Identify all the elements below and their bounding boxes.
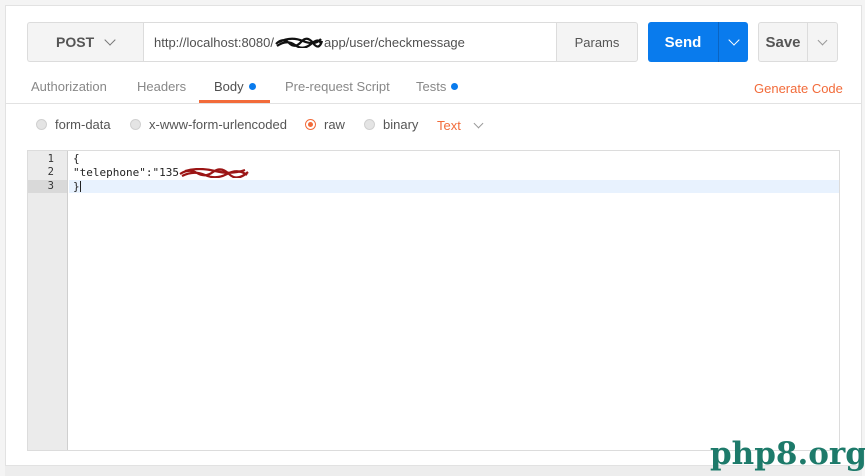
modified-dot-icon (451, 83, 459, 90)
send-dropdown-button[interactable] (718, 22, 748, 62)
code-line: { (73, 152, 80, 165)
raw-type-label: Text (437, 118, 461, 133)
chevron-down-icon (817, 35, 828, 45)
line-number: 2 (47, 166, 54, 178)
tab-pre-request-script[interactable]: Pre-request Script (285, 79, 390, 94)
chevron-down-icon (104, 33, 116, 46)
chevron-down-icon (727, 34, 740, 46)
option-label: binary (383, 117, 419, 132)
option-label: raw (324, 117, 345, 132)
tab-headers[interactable]: Headers (137, 79, 186, 94)
tab-body[interactable]: Body (214, 79, 256, 94)
line-number: 1 (47, 153, 54, 165)
raw-type-select[interactable]: Text (437, 118, 484, 133)
redaction-scribble (275, 37, 323, 48)
url-input[interactable]: http://localhost:8080/ app/user/checkmes… (143, 22, 557, 62)
option-label: x-www-form-urlencoded (149, 117, 287, 132)
method-select[interactable]: POST (27, 22, 143, 62)
tab-label: Authorization (31, 79, 107, 94)
line-number: 3 (47, 180, 54, 192)
code-text: } (73, 180, 80, 193)
send-button[interactable]: Send (648, 22, 718, 62)
text-cursor (79, 181, 81, 192)
tab-label: Body (214, 79, 244, 94)
url-prefix: http://localhost:8080/ (154, 34, 274, 50)
body-editor[interactable]: 1 2 3 { "telephone":"135 } (27, 150, 840, 451)
method-label: POST (56, 34, 95, 50)
radio-selected-icon (305, 119, 316, 130)
url-suffix: app/user/checkmessage (323, 34, 465, 50)
params-button[interactable]: Params (556, 22, 638, 62)
generate-code-link[interactable]: Generate Code (754, 81, 843, 96)
redaction-scribble (179, 168, 249, 178)
body-option-binary[interactable]: binary (364, 117, 418, 132)
active-line-highlight (69, 180, 839, 193)
tab-label: Pre-request Script (285, 79, 390, 94)
option-label: form-data (55, 117, 111, 132)
code-line: } (73, 180, 81, 193)
body-option-raw[interactable]: raw (305, 117, 345, 132)
watermark-logo: php8.org (710, 436, 865, 472)
radio-icon (36, 119, 47, 130)
code-line: "telephone":"135 (73, 166, 249, 179)
code-text: "telephone":"135 (73, 166, 179, 179)
body-option-urlencoded[interactable]: x-www-form-urlencoded (130, 117, 287, 132)
save-button[interactable]: Save (758, 22, 808, 62)
chevron-down-icon (473, 118, 484, 129)
modified-dot-icon (248, 83, 256, 90)
tab-tests[interactable]: Tests (416, 79, 459, 94)
tab-label: Tests (416, 79, 447, 94)
tab-label: Headers (137, 79, 187, 94)
radio-icon (364, 119, 375, 130)
line-number-gutter: 1 2 3 (28, 151, 68, 450)
params-label: Params (574, 34, 620, 50)
body-option-form-data[interactable]: form-data (36, 117, 111, 132)
app-frame: POST http://localhost:8080/ app/user/che… (0, 0, 865, 476)
code-text: { (73, 152, 80, 165)
save-label: Save (765, 33, 801, 51)
radio-icon (130, 119, 141, 130)
tab-authorization[interactable]: Authorization (31, 79, 107, 94)
send-label: Send (664, 33, 702, 51)
active-tab-indicator (199, 100, 270, 103)
save-dropdown-button[interactable] (807, 22, 838, 62)
